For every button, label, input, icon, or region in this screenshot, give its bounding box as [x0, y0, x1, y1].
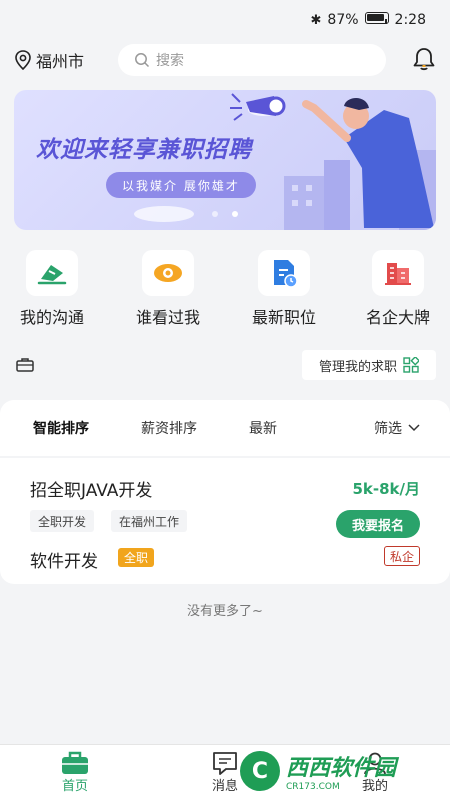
employment-type-badge: 全职 [118, 548, 155, 567]
quick-links: 我的沟通 谁看过我 最新职位 名企大牌 [0, 250, 450, 330]
battery-icon [364, 12, 389, 28]
quick-link-top-companies[interactable]: 名企大牌 [348, 250, 448, 328]
search-icon [135, 53, 150, 68]
briefcase-icon [16, 358, 34, 372]
tab-label: 首页 [61, 779, 88, 794]
carousel-dot[interactable] [212, 211, 218, 217]
chat-bubble-icon [37, 265, 67, 285]
job-tag: 在福州工作 [111, 510, 188, 532]
sort-salary[interactable]: 薪资排序 [141, 418, 197, 438]
company-name: 软件开发 [30, 552, 98, 572]
bell-icon [413, 48, 435, 71]
list-end-text: 没有更多了~ [187, 604, 263, 619]
clock: 2:28 [394, 12, 426, 28]
document-clock-icon [274, 260, 298, 288]
message-icon [213, 752, 237, 775]
apply-button[interactable]: 我要报名 [336, 510, 420, 538]
chevron-down-icon [408, 424, 420, 432]
watermark-text: 西西软件园 [286, 756, 397, 781]
job-title: 招全职JAVA开发 [30, 481, 153, 501]
quick-link-viewers[interactable]: 谁看过我 [118, 250, 218, 328]
notification-button[interactable] [412, 46, 436, 76]
job-card[interactable]: 招全职JAVA开发 5k-8k/月 全职开发 在福州工作 我要报名 软件开发 全… [0, 458, 450, 584]
eye-icon [154, 264, 182, 282]
filter-label: 筛选 [374, 421, 402, 437]
manage-row: 管理我的求职 [0, 350, 450, 380]
banner-slogan: 以我媒介 展你雄才 [106, 172, 256, 198]
location-pin-icon [15, 50, 31, 70]
quick-link-new-jobs[interactable]: 最新职位 [234, 250, 334, 328]
carousel-dot-active[interactable] [232, 211, 238, 217]
quick-link-communication[interactable]: 我的沟通 [2, 250, 102, 328]
watermark-subtext: CR173.COM [286, 782, 340, 792]
battery-percent: 87% [327, 12, 359, 28]
tab-label: 消息 [211, 779, 238, 794]
quick-link-label: 名企大牌 [365, 308, 430, 327]
sort-newest[interactable]: 最新 [249, 418, 277, 438]
sort-smart[interactable]: 智能排序 [33, 418, 89, 438]
filter-dropdown[interactable]: 筛选 [374, 418, 420, 438]
bluetooth-icon: ✱ [310, 12, 322, 28]
quick-link-label: 最新职位 [251, 308, 316, 327]
search-placeholder: 搜索 [156, 53, 184, 69]
promo-banner[interactable]: 欢迎来轻享兼职招聘 以我媒介 展你雄才 [14, 90, 436, 230]
status-bar: ✱ 87% 2:28 [0, 0, 450, 40]
manage-job-search-button[interactable]: 管理我的求职 [302, 350, 436, 380]
briefcase-icon [62, 751, 88, 774]
city-selector[interactable]: 福州市 [14, 48, 84, 72]
manage-label: 管理我的求职 [318, 359, 397, 375]
tab-home[interactable]: 首页 [40, 751, 110, 794]
top-bar: 福州市 搜索 [0, 42, 450, 78]
grid-icon [403, 357, 419, 373]
sort-bar: 智能排序 薪资排序 最新 筛选 [0, 400, 450, 456]
quick-link-label: 谁看过我 [135, 308, 200, 327]
watermark-icon: C [240, 751, 280, 791]
banner-title: 欢迎来轻享兼职招聘 [36, 137, 252, 163]
job-salary: 5k-8k/月 [352, 480, 420, 498]
job-tag: 全职开发 [30, 510, 95, 532]
building-icon [385, 263, 411, 285]
city-label: 福州市 [36, 52, 85, 71]
quick-link-label: 我的沟通 [19, 308, 84, 327]
company-type-badge: 私企 [383, 546, 420, 566]
watermark-logo: C 西西软件园 CR173.COM [240, 748, 440, 794]
search-input[interactable]: 搜索 [118, 44, 386, 76]
job-list-panel: 智能排序 薪资排序 最新 筛选 招全职JAVA开发 5k-8k/月 全职开发 在… [0, 400, 450, 744]
